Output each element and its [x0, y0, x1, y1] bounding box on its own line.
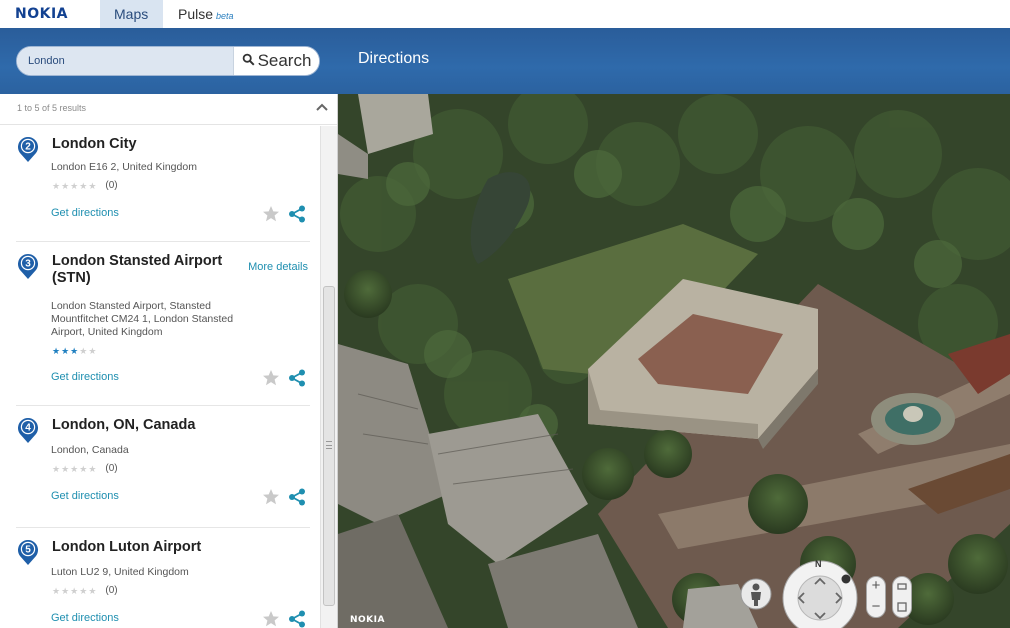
address-line: Mountfitchet CM24 1, London Stansted	[51, 313, 234, 325]
result-title[interactable]: London Luton Airport	[52, 539, 201, 556]
search-button-label: Search	[257, 51, 312, 70]
review-count: (0)	[105, 180, 118, 191]
star-icon: ★	[61, 180, 70, 191]
directions-link[interactable]: Directions	[358, 50, 429, 68]
star-icon: ★	[88, 463, 97, 474]
star-icon: ★	[88, 180, 97, 191]
get-directions-link[interactable]: Get directions	[51, 207, 119, 219]
share-icon[interactable]	[288, 205, 306, 223]
map-watermark: NOKIA	[350, 615, 385, 625]
result-title-line: London Stansted Airport	[52, 253, 223, 269]
star-icon: ★	[70, 585, 79, 596]
map-pin-icon: 2	[18, 137, 38, 162]
search-button[interactable]: Search	[233, 47, 319, 75]
share-icon[interactable]	[288, 488, 306, 506]
pin-number: 2	[25, 142, 31, 153]
star-icon: ★	[52, 585, 61, 596]
pegman-icon[interactable]	[740, 578, 772, 610]
share-icon[interactable]	[288, 610, 306, 628]
tab-pulse[interactable]: Pulse beta	[164, 0, 248, 28]
star-icon: ★	[88, 585, 97, 596]
beta-badge: beta	[216, 11, 234, 21]
star-icon: ★	[70, 180, 79, 191]
star-rating: ★ ★ ★ ★ ★ (0)	[52, 585, 118, 596]
zoom-in-button[interactable]: +	[867, 577, 885, 597]
compass-control[interactable]: N	[781, 558, 859, 628]
map-pin-icon: 3	[18, 254, 38, 279]
pin-number: 5	[25, 545, 31, 556]
result-address: London E16 2, United Kingdom	[51, 161, 197, 173]
star-icon: ★	[70, 463, 79, 474]
review-count: (0)	[105, 463, 118, 474]
result-title[interactable]: London, ON, Canada	[52, 417, 195, 434]
compass-north-label: N	[815, 559, 822, 569]
get-directions-link[interactable]: Get directions	[51, 490, 119, 502]
pin-number: 3	[25, 259, 31, 270]
map-view[interactable]: NOKIA N + −	[338, 94, 1010, 628]
star-icon: ★	[61, 463, 70, 474]
get-directions-link[interactable]: Get directions	[51, 371, 119, 383]
favorite-star-icon[interactable]	[262, 610, 280, 628]
star-icon: ★	[61, 346, 70, 356]
search-bar: Search Directions	[0, 28, 1010, 94]
get-directions-link[interactable]: Get directions	[51, 612, 119, 624]
zoom-out-button[interactable]: −	[867, 597, 885, 617]
star-icon: ★	[79, 346, 88, 356]
tab-maps[interactable]: Maps	[100, 0, 163, 28]
star-icon: ★	[52, 180, 61, 191]
map-pin-icon: 5	[18, 540, 38, 565]
more-details-link[interactable]: More details	[248, 261, 308, 273]
results-panel: 1 to 5 of 5 results 2 London City London…	[0, 94, 338, 628]
result-title-line: (STN)	[52, 270, 91, 286]
pin-number: 4	[25, 423, 31, 434]
results-list: 2 London City London E16 2, United Kingd…	[0, 126, 320, 628]
nokia-logo[interactable]: NOKIA	[15, 6, 68, 22]
top-navigation: NOKIA Maps Pulse beta	[0, 0, 1010, 28]
address-line: Airport, United Kingdom	[51, 326, 163, 338]
result-count: 1 to 5 of 5 results	[17, 103, 87, 113]
scrollbar-grip	[326, 441, 332, 449]
results-header: 1 to 5 of 5 results	[0, 94, 337, 125]
share-icon[interactable]	[288, 369, 306, 387]
star-icon: ★	[79, 585, 88, 596]
favorite-star-icon[interactable]	[262, 488, 280, 506]
tilt-control[interactable]	[892, 576, 912, 618]
search-box: Search	[16, 46, 320, 76]
result-item-london-stansted[interactable]: 3 London Stansted Airport (STN) More det…	[16, 243, 310, 406]
scrollbar-thumb[interactable]	[323, 286, 335, 606]
collapse-results-button[interactable]	[314, 99, 330, 115]
search-icon	[242, 51, 255, 71]
result-title[interactable]: London Stansted Airport (STN)	[52, 253, 222, 287]
result-item-london-luton[interactable]: 5 London Luton Airport Luton LU2 9, Unit…	[16, 529, 310, 628]
star-icon: ★	[79, 180, 88, 191]
result-address: Luton LU2 9, United Kingdom	[51, 566, 189, 578]
aerial-3d-map	[338, 94, 1010, 628]
search-input[interactable]	[17, 47, 233, 75]
map-pin-icon: 4	[18, 418, 38, 443]
favorite-star-icon[interactable]	[262, 205, 280, 223]
star-icon: ★	[52, 346, 61, 356]
address-line: London Stansted Airport, Stansted	[51, 300, 211, 312]
star-rating: ★ ★ ★ ★ ★ (0)	[52, 463, 118, 474]
result-item-london-canada[interactable]: 4 London, ON, Canada London, Canada ★ ★ ★ ★…	[16, 407, 310, 528]
result-address: London, Canada	[51, 444, 129, 456]
review-count: (0)	[105, 585, 118, 596]
star-icon: ★	[70, 346, 79, 356]
tilt-icon	[897, 583, 907, 612]
tab-maps-label: Maps	[114, 6, 149, 22]
chevron-up-icon	[316, 103, 328, 111]
star-rating: ★ ★ ★ ★ ★	[52, 346, 96, 356]
favorite-star-icon[interactable]	[262, 369, 280, 387]
result-item-london-city[interactable]: 2 London City London E16 2, United Kingd…	[16, 126, 310, 242]
star-icon: ★	[61, 585, 70, 596]
star-icon: ★	[88, 346, 97, 356]
tab-pulse-label: Pulse	[178, 6, 214, 22]
result-title[interactable]: London City	[52, 136, 137, 153]
result-address: London Stansted Airport, Stansted Mountf…	[51, 300, 233, 339]
star-icon: ★	[52, 463, 61, 474]
zoom-control: + −	[866, 576, 886, 618]
results-scrollbar[interactable]	[320, 126, 337, 628]
star-icon: ★	[79, 463, 88, 474]
star-rating: ★ ★ ★ ★ ★ (0)	[52, 180, 118, 191]
